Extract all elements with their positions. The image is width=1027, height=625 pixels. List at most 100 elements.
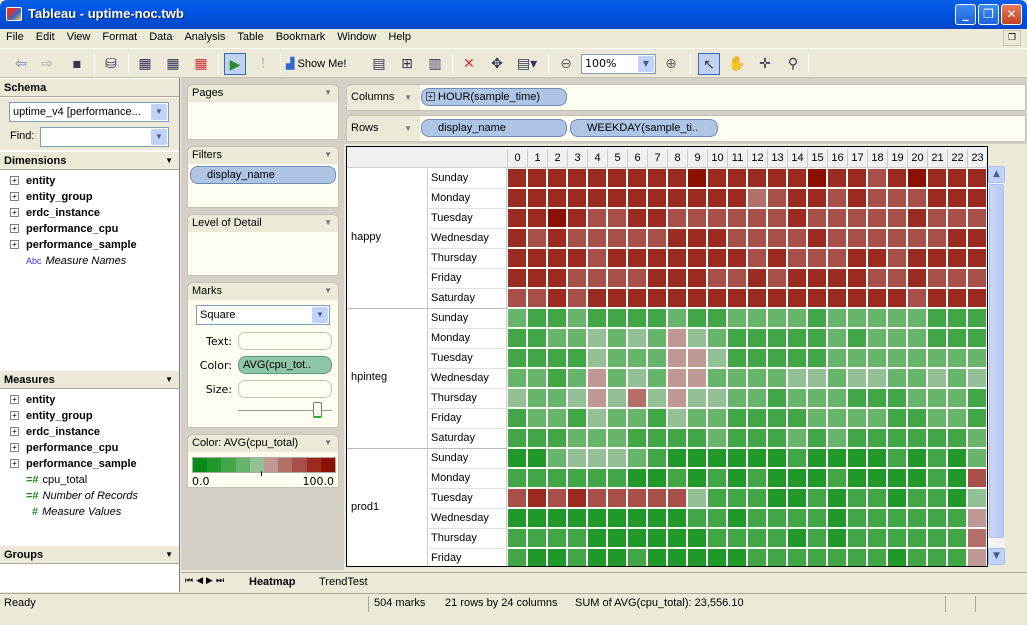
menu-file[interactable]: File xyxy=(0,29,30,43)
heatmap-cell[interactable] xyxy=(568,389,586,407)
heatmap-cell[interactable] xyxy=(848,369,866,387)
heatmap-cell[interactable] xyxy=(508,389,526,407)
measure-cpu-total[interactable]: =# cpu_total xyxy=(26,472,87,488)
heatmap-cell[interactable] xyxy=(748,189,766,207)
heatmap-cell[interactable] xyxy=(828,289,846,307)
chevron-down-icon[interactable]: ▼ xyxy=(151,129,167,145)
heatmap-cell[interactable] xyxy=(828,229,846,247)
dimension-performance-sample[interactable]: + performance_sample xyxy=(10,237,137,253)
heatmap-cell[interactable] xyxy=(788,169,806,187)
heatmap-cell[interactable] xyxy=(948,189,966,207)
mark-type-select[interactable]: Square ▼ xyxy=(196,305,330,325)
heatmap-cell[interactable] xyxy=(968,289,986,307)
menu-analysis[interactable]: Analysis xyxy=(178,29,231,43)
heatmap-cell[interactable] xyxy=(548,489,566,507)
heatmap-cell[interactable] xyxy=(688,189,706,207)
heatmap-cell[interactable] xyxy=(908,189,926,207)
heatmap-cell[interactable] xyxy=(908,469,926,487)
heatmap-cell[interactable] xyxy=(628,389,646,407)
run-update-icon[interactable]: ! xyxy=(252,53,274,75)
heatmap-cell[interactable] xyxy=(568,349,586,367)
heatmap-cell[interactable] xyxy=(768,289,786,307)
heatmap-cell[interactable] xyxy=(528,449,546,467)
heatmap-cell[interactable] xyxy=(828,389,846,407)
heatmap-cell[interactable] xyxy=(668,289,686,307)
heatmap-cell[interactable] xyxy=(608,489,626,507)
heatmap-cell[interactable] xyxy=(708,229,726,247)
heatmap-cell[interactable] xyxy=(528,529,546,547)
heatmap-cell[interactable] xyxy=(768,229,786,247)
heatmap-cell[interactable] xyxy=(608,369,626,387)
heatmap-cell[interactable] xyxy=(748,229,766,247)
heatmap-cell[interactable] xyxy=(728,209,746,227)
pan-tool-icon[interactable]: ✋ xyxy=(726,53,748,75)
heatmap-cell[interactable] xyxy=(528,509,546,527)
heatmap-cell[interactable] xyxy=(948,309,966,327)
heatmap-cell[interactable] xyxy=(668,449,686,467)
heatmap-cell[interactable] xyxy=(828,369,846,387)
heatmap-cell[interactable] xyxy=(948,489,966,507)
heatmap-cell[interactable] xyxy=(708,209,726,227)
heatmap-cell[interactable] xyxy=(888,329,906,347)
heatmap-cell[interactable] xyxy=(508,349,526,367)
color-pill-avg-cpu-total[interactable]: AVG(cpu_tot.. xyxy=(238,356,332,374)
datasource-select[interactable]: uptime_v4 [performance... ▼ xyxy=(9,102,169,122)
heatmap-cell[interactable] xyxy=(708,309,726,327)
heatmap-cell[interactable] xyxy=(648,389,666,407)
heatmap-cell[interactable] xyxy=(568,249,586,267)
heatmap-cell[interactable] xyxy=(708,449,726,467)
heatmap-cell[interactable] xyxy=(728,449,746,467)
last-tab-icon[interactable]: ⏭ xyxy=(216,576,227,586)
heatmap-cell[interactable] xyxy=(628,469,646,487)
heatmap-cell[interactable] xyxy=(788,229,806,247)
heatmap-cell[interactable] xyxy=(528,349,546,367)
heatmap-cell[interactable] xyxy=(788,349,806,367)
heatmap-cell[interactable] xyxy=(968,329,986,347)
pages-card[interactable]: Pages ▼ xyxy=(187,84,339,140)
heatmap-cell[interactable] xyxy=(908,489,926,507)
heatmap-cell[interactable] xyxy=(508,369,526,387)
heatmap-cell[interactable] xyxy=(548,549,566,566)
heatmap-cell[interactable] xyxy=(848,229,866,247)
heatmap-cell[interactable] xyxy=(788,509,806,527)
dropdown-arrow-icon[interactable]: ▼ xyxy=(324,286,332,295)
heatmap-cell[interactable] xyxy=(648,349,666,367)
heatmap-cell[interactable] xyxy=(548,209,566,227)
heatmap-cell[interactable] xyxy=(668,409,686,427)
menu-view[interactable]: View xyxy=(61,29,97,43)
heatmap-cell[interactable] xyxy=(828,469,846,487)
heatmap-cell[interactable] xyxy=(848,189,866,207)
heatmap-cell[interactable] xyxy=(768,549,786,566)
heatmap-cell[interactable] xyxy=(888,449,906,467)
heatmap-cell[interactable] xyxy=(508,449,526,467)
pointer-tool-icon[interactable]: ↖ xyxy=(698,53,720,75)
heatmap-cell[interactable] xyxy=(728,489,746,507)
menu-format[interactable]: Format xyxy=(96,29,143,43)
zoom-level-select[interactable]: 100% ▼ xyxy=(581,54,656,74)
heatmap-cell[interactable] xyxy=(928,349,946,367)
heatmap-cell[interactable] xyxy=(768,389,786,407)
zoom-tool-icon[interactable]: ⚲ xyxy=(782,53,804,75)
heatmap-cell[interactable] xyxy=(748,169,766,187)
swap-icon[interactable]: ✥ xyxy=(486,53,508,75)
rows-pill-weekday[interactable]: WEEKDAY(sample_ti.. xyxy=(570,119,718,137)
heatmap-cell[interactable] xyxy=(528,209,546,227)
heatmap-cell[interactable] xyxy=(828,529,846,547)
heatmap-cell[interactable] xyxy=(748,369,766,387)
heatmap-cell[interactable] xyxy=(808,549,826,566)
heatmap-cell[interactable] xyxy=(748,269,766,287)
heatmap-cell[interactable] xyxy=(648,449,666,467)
heatmap-cell[interactable] xyxy=(888,229,906,247)
find-input[interactable]: ▼ xyxy=(40,127,169,147)
heatmap-cell[interactable] xyxy=(748,309,766,327)
heatmap-cell[interactable] xyxy=(928,429,946,447)
heatmap-cell[interactable] xyxy=(948,349,966,367)
heatmap-cell[interactable] xyxy=(648,289,666,307)
heatmap-cell[interactable] xyxy=(648,469,666,487)
heatmap-cell[interactable] xyxy=(788,449,806,467)
heatmap-cell[interactable] xyxy=(908,229,926,247)
rows-pill-display-name[interactable]: display_name xyxy=(421,119,567,137)
heatmap-cell[interactable] xyxy=(628,429,646,447)
heatmap-cell[interactable] xyxy=(768,169,786,187)
heatmap-cell[interactable] xyxy=(588,249,606,267)
